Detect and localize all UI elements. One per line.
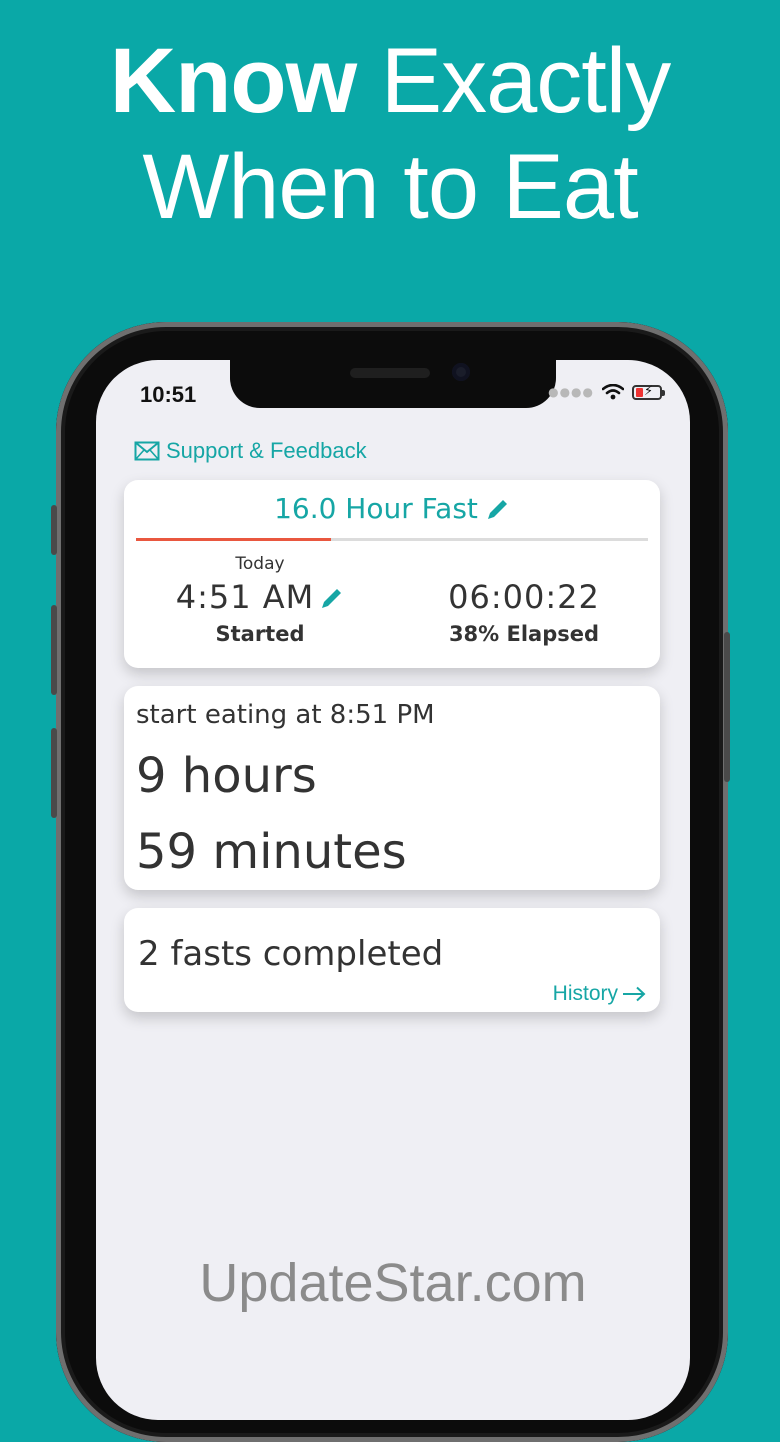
start-day: Today <box>235 554 285 574</box>
start-time: 4:51 AM <box>175 578 315 616</box>
watermark: UpdateStar.com <box>199 1253 587 1313</box>
marketing-headline: Know Exactly When to Eat <box>0 28 780 240</box>
speaker <box>350 368 430 378</box>
fast-title: 16.0 Hour Fast <box>274 492 478 525</box>
fasts-completed: 2 fasts completed <box>138 934 444 974</box>
elapsed-caption: 38% Elapsed <box>448 622 600 646</box>
edit-pencil-icon[interactable] <box>484 497 510 523</box>
minutes-remaining: 59 minutes <box>136 824 407 880</box>
power-button <box>724 632 730 782</box>
mail-icon <box>134 441 160 461</box>
fast-title-button[interactable]: 16.0 Hour Fast <box>124 492 660 525</box>
start-time-button[interactable]: 4:51 AM <box>130 578 390 616</box>
support-label: Support & Feedback <box>166 438 367 463</box>
app-screen: 10:51 ●●●● ⚡ Support & Feedback 16.0 Hou… <box>96 360 690 1420</box>
elapsed-spacer <box>394 554 654 576</box>
front-camera <box>452 363 470 381</box>
volume-down-button <box>51 728 57 818</box>
status-time: 10:51 <box>140 382 197 407</box>
history-label: History <box>552 982 618 1005</box>
headline-bold-word: Know <box>109 30 357 132</box>
fast-progress-bar <box>136 538 648 541</box>
start-caption: Started <box>215 622 305 646</box>
headline-line2: When to Eat <box>142 136 638 238</box>
elapsed-time: 06:00:22 <box>448 578 600 616</box>
history-link[interactable]: History <box>553 982 646 1006</box>
elapsed-column: 06:00:22 38% Elapsed <box>394 554 654 646</box>
notch <box>230 360 556 408</box>
support-feedback-link[interactable]: Support & Feedback <box>134 438 367 464</box>
wifi-icon <box>602 384 624 400</box>
edit-start-pencil-icon[interactable] <box>318 586 344 612</box>
status-icons: ●●●● ⚡ <box>548 384 665 400</box>
headline-light-word: Exactly <box>380 30 672 132</box>
fast-card: 16.0 Hour Fast Today 4:51 AM Started 06:… <box>124 480 660 668</box>
signal-icon: ●●●● <box>548 385 594 399</box>
hours-remaining: 9 hours <box>136 748 317 804</box>
volume-up-button <box>51 605 57 695</box>
arrow-right-icon <box>623 986 646 1002</box>
battery-icon: ⚡ <box>632 384 665 400</box>
silent-switch <box>51 505 57 555</box>
eat-at-text: start eating at 8:51 PM <box>136 700 435 730</box>
eating-card: start eating at 8:51 PM 9 hours 59 minut… <box>124 686 660 890</box>
start-column: Today 4:51 AM Started <box>130 554 390 646</box>
fast-progress-fill <box>136 538 331 541</box>
history-card: 2 fasts completed History <box>124 908 660 1012</box>
